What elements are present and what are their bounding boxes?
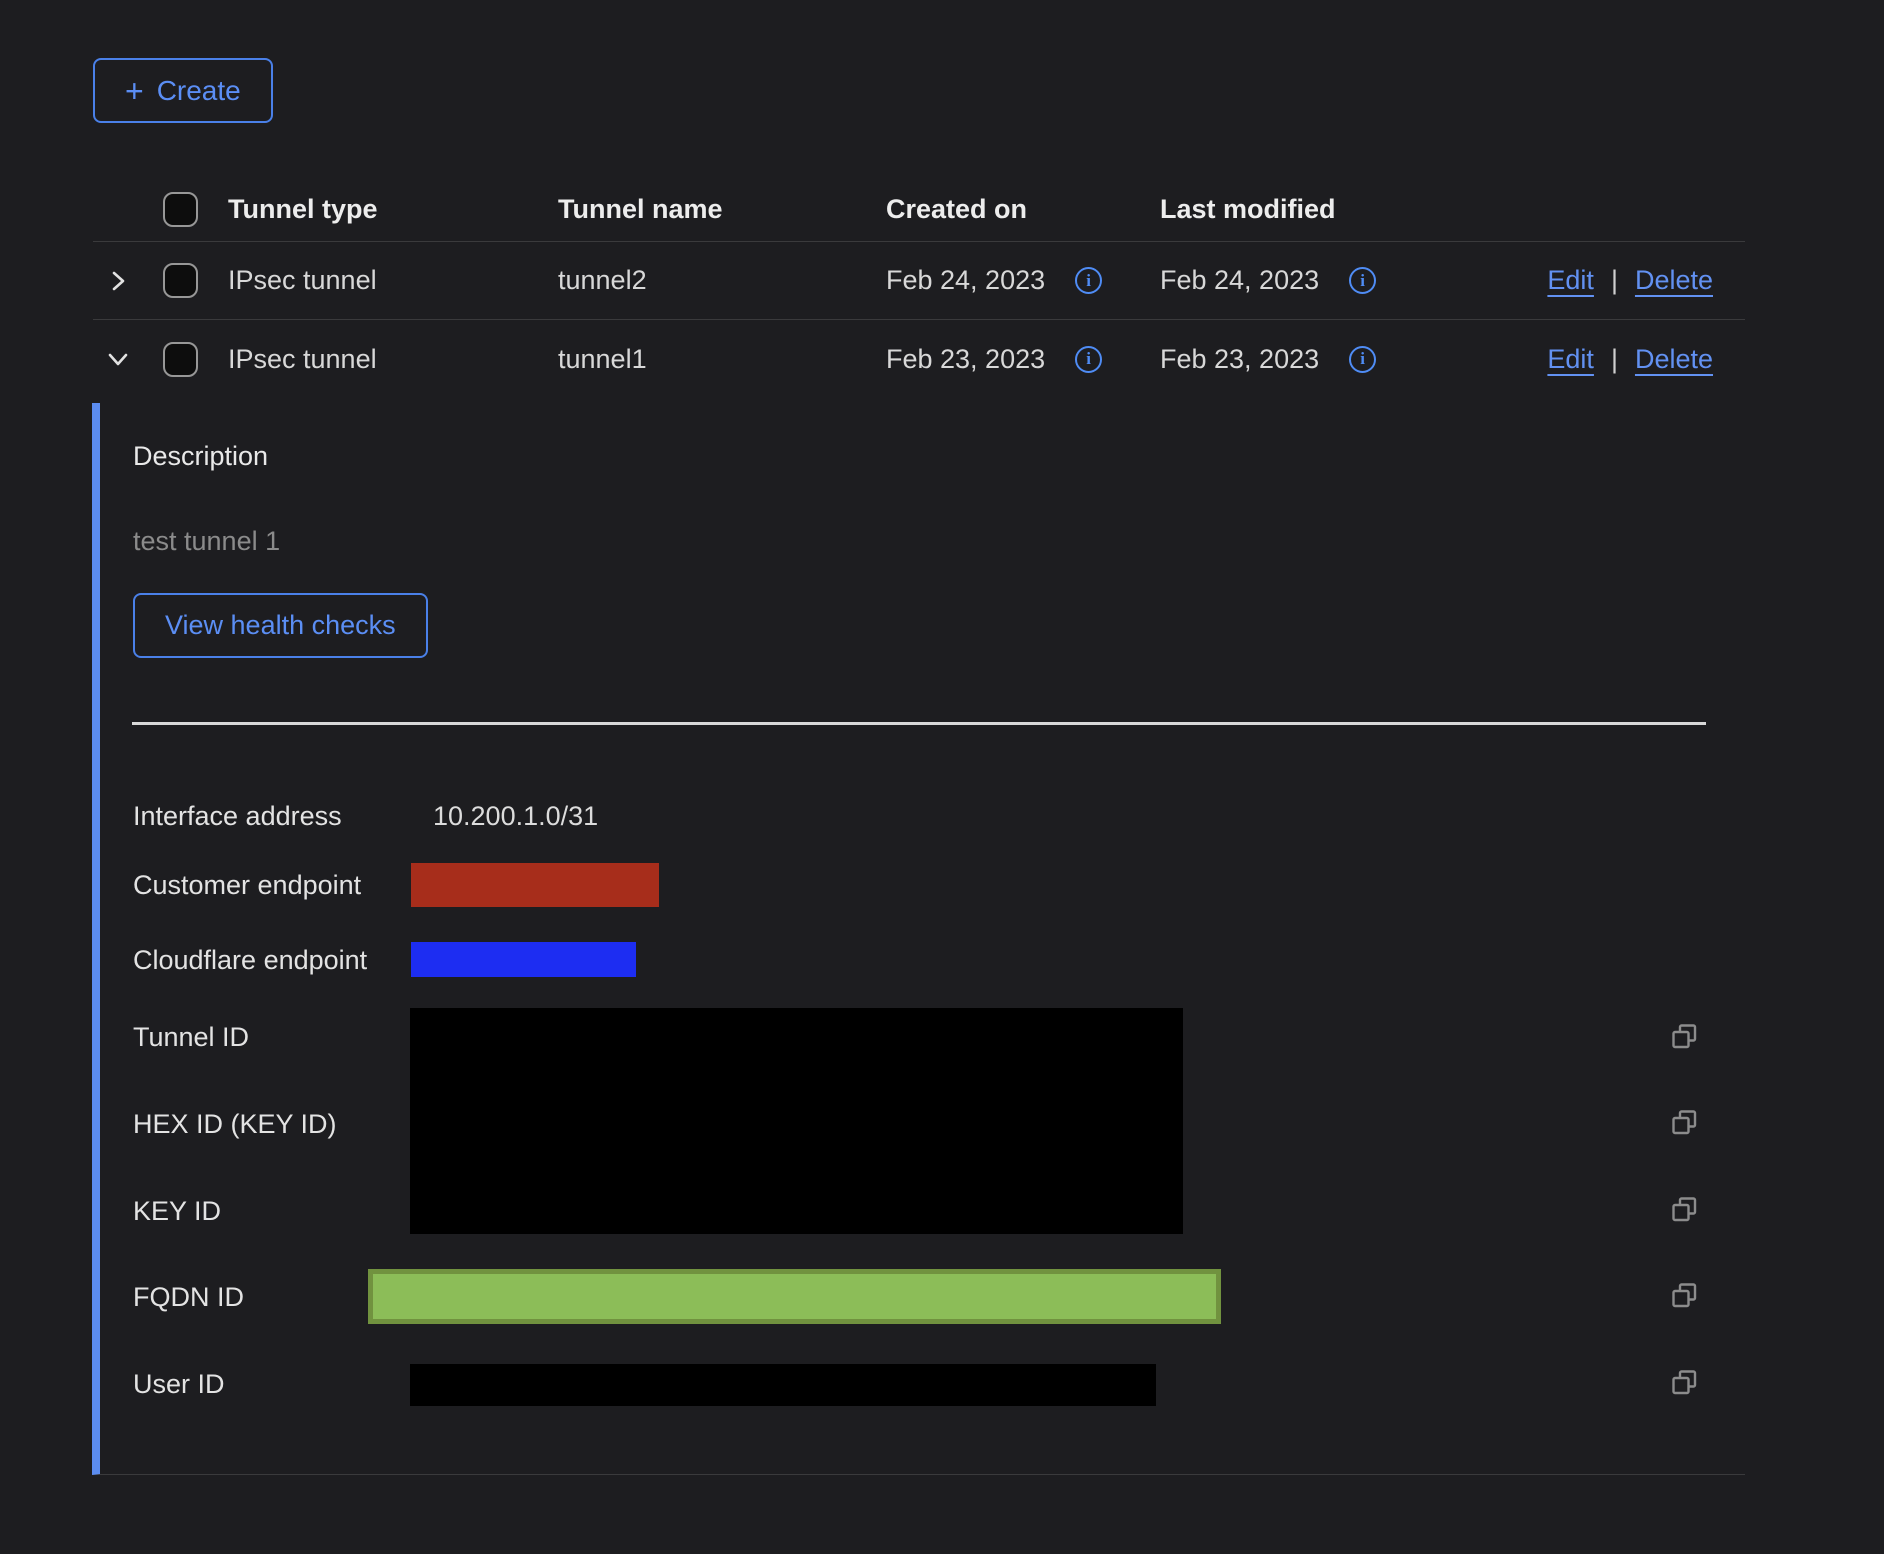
user-id-redaction xyxy=(410,1364,1156,1406)
edit-link[interactable]: Edit xyxy=(1547,265,1594,296)
chevron-right-icon[interactable] xyxy=(104,267,132,295)
tunnels-table: Tunnel type Tunnel name Created on Last … xyxy=(93,178,1745,1475)
created-on-value: Feb 23, 2023 xyxy=(886,344,1045,375)
view-health-checks-button[interactable]: View health checks xyxy=(133,593,428,658)
expanded-tunnel-panel: Description test tunnel 1 View health ch… xyxy=(92,403,1745,1475)
key-id-label: KEY ID xyxy=(133,1195,221,1228)
section-divider xyxy=(132,722,1706,725)
tunnel-name-cell: tunnel1 xyxy=(558,344,886,375)
last-modified-value: Feb 23, 2023 xyxy=(1160,344,1319,375)
interface-address-value: 10.200.1.0/31 xyxy=(433,800,598,833)
copy-tunnel-id-icon[interactable] xyxy=(1671,1023,1698,1050)
table-header-row: Tunnel type Tunnel name Created on Last … xyxy=(93,178,1745,242)
customer-endpoint-redaction xyxy=(411,863,659,907)
tunnel-id-label: Tunnel ID xyxy=(133,1021,249,1054)
description-label: Description xyxy=(133,441,268,472)
info-icon[interactable]: i xyxy=(1349,346,1376,373)
copy-hex-id-icon[interactable] xyxy=(1671,1109,1698,1136)
create-button-label: Create xyxy=(157,75,241,107)
copy-fqdn-id-icon[interactable] xyxy=(1671,1282,1698,1309)
tunnel-row-tunnel2: IPsec tunnel tunnel2 Feb 24, 2023 i Feb … xyxy=(93,242,1745,320)
fqdn-id-label: FQDN ID xyxy=(133,1281,244,1314)
action-separator: | xyxy=(1611,265,1618,296)
copy-user-id-icon[interactable] xyxy=(1671,1369,1698,1396)
copy-key-id-icon[interactable] xyxy=(1671,1196,1698,1223)
last-modified-value: Feb 24, 2023 xyxy=(1160,265,1319,296)
cloudflare-endpoint-redaction xyxy=(411,942,636,977)
action-separator: | xyxy=(1611,344,1618,375)
fqdn-id-redaction xyxy=(368,1269,1221,1324)
delete-link[interactable]: Delete xyxy=(1635,265,1713,296)
description-value: test tunnel 1 xyxy=(133,526,280,557)
interface-address-label: Interface address xyxy=(133,800,342,833)
tunnel-row-tunnel1: IPsec tunnel tunnel1 Feb 23, 2023 i Feb … xyxy=(93,320,1745,398)
column-header-created-on: Created on xyxy=(886,194,1160,225)
column-header-tunnel-type: Tunnel type xyxy=(228,194,558,225)
plus-icon: + xyxy=(125,75,144,107)
tunnel-name-cell: tunnel2 xyxy=(558,265,886,296)
hex-id-label: HEX ID (KEY ID) xyxy=(133,1108,337,1141)
select-all-checkbox[interactable] xyxy=(163,192,198,227)
column-header-tunnel-name: Tunnel name xyxy=(558,194,886,225)
cloudflare-endpoint-label: Cloudflare endpoint xyxy=(133,944,367,977)
info-icon[interactable]: i xyxy=(1349,267,1376,294)
chevron-down-icon[interactable] xyxy=(104,345,132,373)
select-row-checkbox[interactable] xyxy=(163,263,198,298)
create-button[interactable]: + Create xyxy=(93,58,273,123)
info-icon[interactable]: i xyxy=(1075,267,1102,294)
tunnel-type-cell: IPsec tunnel xyxy=(228,344,558,375)
column-header-last-modified: Last modified xyxy=(1160,194,1490,225)
customer-endpoint-label: Customer endpoint xyxy=(133,869,361,902)
info-icon[interactable]: i xyxy=(1075,346,1102,373)
user-id-label: User ID xyxy=(133,1368,225,1401)
ids-redaction-block xyxy=(410,1008,1183,1234)
created-on-value: Feb 24, 2023 xyxy=(886,265,1045,296)
select-row-checkbox[interactable] xyxy=(163,342,198,377)
delete-link[interactable]: Delete xyxy=(1635,344,1713,375)
tunnel-type-cell: IPsec tunnel xyxy=(228,265,558,296)
edit-link[interactable]: Edit xyxy=(1547,344,1594,375)
